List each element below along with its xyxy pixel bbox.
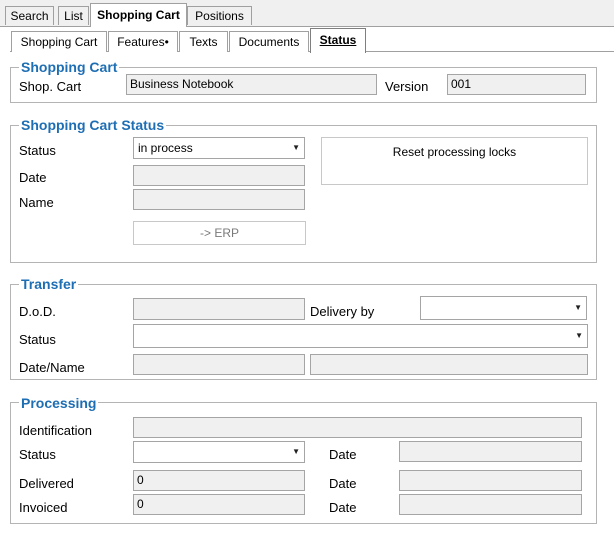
transfer-group-title: Transfer [19,276,79,292]
shop-cart-label: Shop. Cart [19,79,82,94]
transfer-status-label: Status [19,332,56,347]
shopping-cart-group-title: Shopping Cart [19,59,120,75]
invoiced-date-field[interactable] [399,494,582,515]
invoiced-date-label: Date [329,500,357,515]
subtab-documents[interactable]: Documents [229,31,309,52]
tab-positions[interactable]: Positions [187,6,252,25]
erp-button[interactable]: -> ERP [133,221,306,245]
transfer-status-dropdown[interactable]: ▼ [133,324,588,348]
status-dropdown[interactable]: in process ▼ [133,137,305,159]
delivered-label: Delivered [19,476,74,491]
invoiced-field[interactable]: 0 [133,494,305,515]
shop-cart-field[interactable]: Business Notebook [126,74,377,95]
subtab-shopping-cart[interactable]: Shopping Cart [11,31,107,52]
chevron-down-icon[interactable]: ▼ [292,442,300,462]
status-date-label: Date [329,447,357,462]
version-label: Version [385,79,429,94]
subtab-status-label: Status [319,33,357,47]
subtab-status[interactable]: Status [310,28,366,53]
subtab-texts[interactable]: Texts [179,31,228,52]
delivery-by-label: Delivery by [310,304,375,319]
version-field[interactable]: 001 [447,74,586,95]
status-label: Status [19,143,56,158]
reset-processing-locks-button[interactable]: Reset processing locks [321,137,588,185]
tab-search[interactable]: Search [5,6,54,25]
status-dropdown-value: in process [138,141,193,155]
dod-label: D.o.D. [19,304,56,319]
chevron-down-icon[interactable]: ▼ [575,325,583,347]
chevron-down-icon[interactable]: ▼ [574,297,582,319]
name-label: Name [19,195,54,210]
identification-field[interactable] [133,417,582,438]
tab-list[interactable]: List [58,6,89,25]
name-field[interactable] [133,189,305,210]
chevron-down-icon[interactable]: ▼ [292,138,300,158]
invoiced-label: Invoiced [19,500,68,515]
status-date-field[interactable] [399,441,582,462]
delivered-date-label: Date [329,476,357,491]
date-label: Date [19,170,47,185]
delivered-date-field[interactable] [399,470,582,491]
subtab-features[interactable]: Features• [108,31,178,52]
processing-status-dropdown[interactable]: ▼ [133,441,305,463]
tab-shopping-cart[interactable]: Shopping Cart [90,3,187,27]
processing-status-label: Status [19,447,56,462]
identification-label: Identification [19,423,92,438]
delivered-field[interactable]: 0 [133,470,305,491]
transfer-name-field[interactable] [310,354,588,375]
processing-group-title: Processing [19,395,99,411]
dod-field[interactable] [133,298,305,320]
transfer-date-field[interactable] [133,354,305,375]
cart-status-group-title: Shopping Cart Status [19,117,167,133]
date-field[interactable] [133,165,305,186]
date-name-label: Date/Name [19,360,85,375]
delivery-by-dropdown[interactable]: ▼ [420,296,587,320]
